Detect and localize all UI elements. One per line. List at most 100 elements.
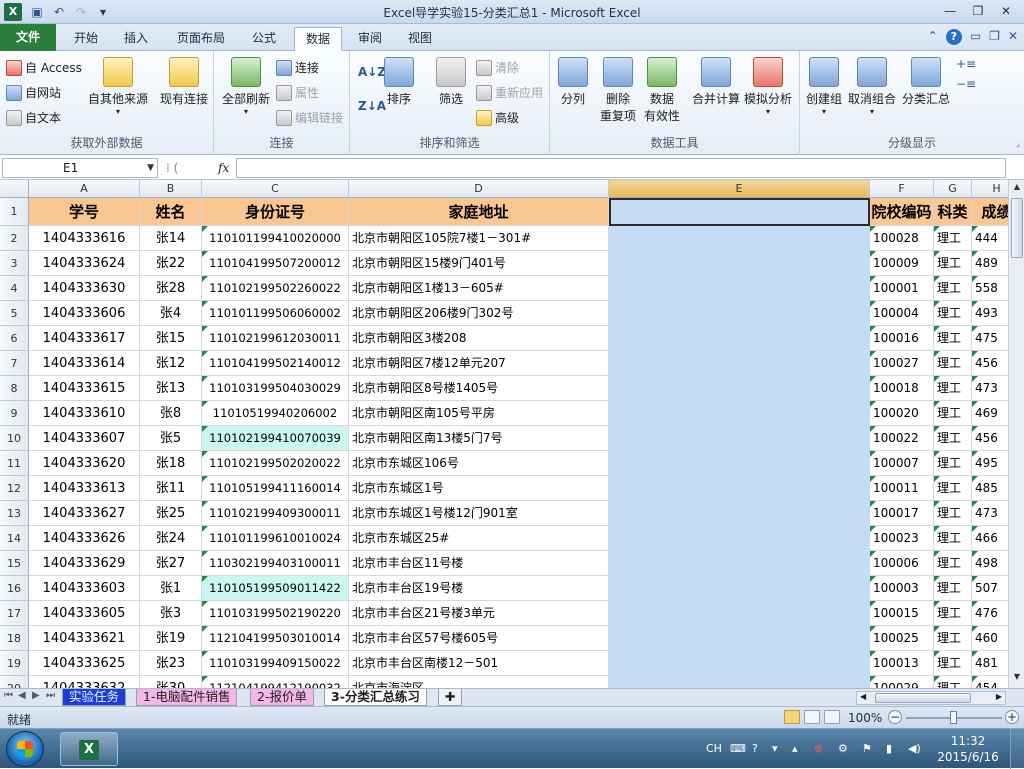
table-cell[interactable]: 张4 xyxy=(140,301,202,326)
table-cell[interactable]: 理工 xyxy=(934,451,972,476)
table-cell[interactable] xyxy=(609,501,870,526)
table-cell[interactable]: 理工 xyxy=(934,676,972,688)
table-cell[interactable]: 理工 xyxy=(934,626,972,651)
connections-button[interactable]: 连接 xyxy=(276,59,319,76)
tab-review[interactable]: 审阅 xyxy=(350,27,390,51)
table-cell[interactable]: 456 xyxy=(972,426,1008,451)
row-header[interactable]: 4 xyxy=(0,276,29,301)
name-box-dropdown-icon[interactable]: ▼ xyxy=(147,159,154,177)
data-validation-button[interactable]: 数据 有效性 xyxy=(644,57,680,124)
sheet-tab-tasks[interactable]: 实验任务 xyxy=(62,689,127,706)
table-cell[interactable]: 北京市丰台区南楼12－501 xyxy=(349,651,609,676)
table-cell[interactable]: 张11 xyxy=(140,476,202,501)
sort-asc-button[interactable]: A↓Z xyxy=(358,65,386,79)
table-cell[interactable]: 1404333620 xyxy=(29,451,140,476)
table-cell[interactable] xyxy=(609,401,870,426)
taskbar-excel-button[interactable]: X xyxy=(60,732,118,766)
table-cell[interactable] xyxy=(609,376,870,401)
table-cell[interactable]: 558 xyxy=(972,276,1008,301)
reapply-button[interactable]: 重新应用 xyxy=(476,84,543,101)
ungroup-button[interactable]: 取消组合 ▾ xyxy=(848,57,896,116)
row-header[interactable]: 20 xyxy=(0,676,29,688)
table-cell[interactable]: 张28 xyxy=(140,276,202,301)
remove-duplicates-button[interactable]: 删除 重复项 xyxy=(600,57,636,124)
table-cell[interactable]: 理工 xyxy=(934,651,972,676)
zoom-in-icon[interactable]: + xyxy=(1005,710,1019,724)
table-cell[interactable]: 理工 xyxy=(934,301,972,326)
table-cell[interactable]: 理工 xyxy=(934,401,972,426)
table-cell[interactable]: 北京市海淀区 xyxy=(349,676,609,688)
table-cell[interactable]: 理工 xyxy=(934,501,972,526)
table-cell[interactable] xyxy=(609,626,870,651)
table-cell[interactable]: 100003 xyxy=(870,576,934,601)
insert-function-button[interactable]: fx xyxy=(218,158,229,178)
table-cell[interactable]: 1404333605 xyxy=(29,601,140,626)
worksheet-grid[interactable]: ABCDEFGH 1学号姓名身份证号家庭地址 院校编码科类成绩 21404333616… xyxy=(0,180,1008,688)
column-header-g[interactable]: G xyxy=(934,180,972,198)
table-cell[interactable]: 110103199502190220 xyxy=(202,601,349,626)
table-cell[interactable]: 110302199403100011 xyxy=(202,551,349,576)
table-cell[interactable]: 1404333626 xyxy=(29,526,140,551)
horizontal-scroll-thumb[interactable] xyxy=(875,693,971,703)
table-cell[interactable]: 11010519940206002 xyxy=(202,401,349,426)
table-cell[interactable]: 北京市朝阳区15楼9门401号 xyxy=(349,251,609,276)
table-cell[interactable] xyxy=(609,326,870,351)
show-desktop-button[interactable] xyxy=(1010,729,1024,769)
table-cell[interactable]: 张27 xyxy=(140,551,202,576)
collapse-ribbon-icon[interactable]: ⌃ xyxy=(928,29,938,45)
text-to-columns-button[interactable]: 分列 xyxy=(558,57,588,107)
table-cell[interactable]: 473 xyxy=(972,501,1008,526)
column-header-b[interactable]: B xyxy=(140,180,202,198)
table-cell[interactable]: 100029 xyxy=(870,676,934,688)
row-header[interactable]: 10 xyxy=(0,426,29,451)
table-cell[interactable]: 476 xyxy=(972,601,1008,626)
row-header[interactable]: 9 xyxy=(0,401,29,426)
table-cell[interactable]: 100023 xyxy=(870,526,934,551)
row-header[interactable]: 19 xyxy=(0,651,29,676)
table-cell[interactable]: 110102199502260022 xyxy=(202,276,349,301)
header-cell-a[interactable]: 学号 xyxy=(29,198,140,226)
table-cell[interactable]: 理工 xyxy=(934,251,972,276)
next-sheet-icon[interactable]: ▶ xyxy=(32,690,40,701)
table-cell[interactable]: 张5 xyxy=(140,426,202,451)
properties-button[interactable]: 属性 xyxy=(276,84,319,101)
table-cell[interactable]: 理工 xyxy=(934,601,972,626)
table-cell[interactable]: 100020 xyxy=(870,401,934,426)
advanced-filter-button[interactable]: 高级 xyxy=(476,109,519,126)
table-cell[interactable]: 1404333629 xyxy=(29,551,140,576)
table-cell[interactable]: 110101199506060002 xyxy=(202,301,349,326)
minimize-icon[interactable]: — xyxy=(936,2,964,20)
table-cell[interactable]: 北京市朝阳区3楼208 xyxy=(349,326,609,351)
column-header-c[interactable]: C xyxy=(202,180,349,198)
vertical-scroll-thumb[interactable] xyxy=(1011,198,1023,258)
header-cell-h[interactable]: 成绩 xyxy=(972,198,1008,226)
table-cell[interactable]: 北京市东城区25# xyxy=(349,526,609,551)
zoom-out-icon[interactable]: − xyxy=(888,710,902,724)
table-cell[interactable]: 1404333615 xyxy=(29,376,140,401)
column-header-d[interactable]: D xyxy=(349,180,609,198)
table-cell[interactable]: 1404333624 xyxy=(29,251,140,276)
table-cell[interactable]: 北京市朝阳区206楼9门302号 xyxy=(349,301,609,326)
table-cell[interactable] xyxy=(609,226,870,251)
table-cell[interactable]: 110104199502140012 xyxy=(202,351,349,376)
table-cell[interactable]: 444 xyxy=(972,226,1008,251)
table-cell[interactable]: 1404333632 xyxy=(29,676,140,688)
row-header[interactable]: 2 xyxy=(0,226,29,251)
refresh-all-button[interactable]: 全部刷新 ▾ xyxy=(222,57,270,116)
table-cell[interactable]: 北京市朝阳区7楼12单元207 xyxy=(349,351,609,376)
zoom-level[interactable]: 100% xyxy=(848,711,882,725)
tray-app-icon[interactable]: ⚙ xyxy=(838,742,848,755)
horizontal-scrollbar[interactable]: ◀ ▶ xyxy=(856,691,1006,705)
table-cell[interactable] xyxy=(609,351,870,376)
table-cell[interactable]: 张19 xyxy=(140,626,202,651)
header-cell-e[interactable] xyxy=(609,198,870,226)
table-cell[interactable] xyxy=(609,301,870,326)
table-cell[interactable]: 100028 xyxy=(870,226,934,251)
table-cell[interactable]: 北京市丰台区19号楼 xyxy=(349,576,609,601)
header-cell-c[interactable]: 身份证号 xyxy=(202,198,349,226)
table-cell[interactable]: 理工 xyxy=(934,226,972,251)
sheet-tab-quote[interactable]: 2-报价单 xyxy=(250,689,314,706)
column-header-h[interactable]: H xyxy=(972,180,1008,198)
row-header[interactable]: 17 xyxy=(0,601,29,626)
table-cell[interactable]: 北京市朝阳区105院7楼1－301# xyxy=(349,226,609,251)
